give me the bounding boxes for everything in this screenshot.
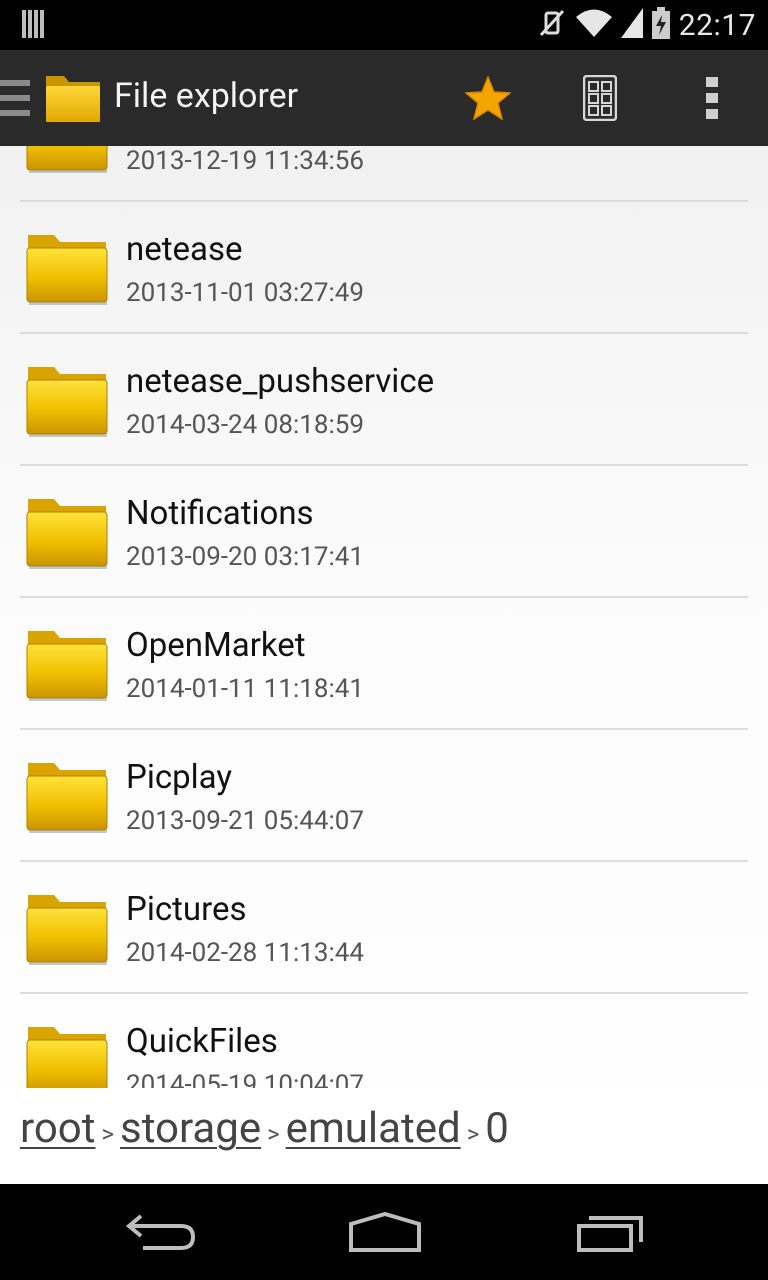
breadcrumb-separator: > (267, 1120, 280, 1148)
file-list: 2013-12-19 11:34:56 netease 2013-11-01 0… (0, 146, 768, 1126)
status-bar: 22:17 (0, 0, 768, 50)
list-item[interactable]: 2013-12-19 11:34:56 (20, 146, 748, 202)
grid-view-button[interactable] (552, 50, 648, 146)
home-icon (349, 1212, 421, 1252)
app-title: File explorer (114, 76, 299, 116)
home-button[interactable] (320, 1202, 450, 1262)
file-name: Notifications (126, 494, 314, 533)
back-icon (125, 1214, 196, 1250)
folder-icon (24, 364, 110, 442)
folder-icon (24, 232, 110, 310)
back-button[interactable] (96, 1202, 226, 1262)
vibrate-off-icon (537, 7, 567, 43)
file-name: netease_pushservice (126, 362, 435, 401)
recent-apps-button[interactable] (545, 1202, 675, 1262)
breadcrumb-storage[interactable]: storage (120, 1104, 261, 1153)
breadcrumb: root > storage > emulated >0 (0, 1088, 768, 1184)
breadcrumb-separator: > (466, 1120, 480, 1148)
signal-icon (620, 8, 643, 42)
list-item[interactable]: Notifications 2013-09-20 03:17:41 (20, 466, 748, 598)
folder-icon (24, 146, 110, 178)
overflow-menu-icon (706, 77, 718, 119)
recent-apps-icon (577, 1216, 643, 1252)
file-name: netease (126, 230, 243, 269)
list-item[interactable]: Pictures 2014-02-28 11:13:44 (20, 862, 748, 994)
file-date: 2014-02-28 11:13:44 (126, 938, 364, 968)
file-date: 2014-03-24 08:18:59 (126, 410, 364, 440)
folder-icon[interactable] (44, 72, 102, 128)
wifi-icon (575, 8, 613, 42)
folder-icon (24, 628, 110, 706)
file-date: 2013-09-21 05:44:07 (126, 806, 364, 836)
file-date: 2014-01-11 11:18:41 (126, 674, 364, 704)
drawer-icon[interactable] (0, 78, 32, 122)
list-item[interactable]: netease_pushservice 2014-03-24 08:18:59 (20, 334, 748, 466)
folder-icon (24, 892, 110, 970)
file-name: QuickFiles (126, 1022, 278, 1061)
file-name: Pictures (126, 890, 247, 929)
grid-view-icon (583, 75, 617, 121)
status-time: 22:17 (678, 7, 756, 43)
file-name: Picplay (126, 758, 232, 797)
file-date: 2013-11-01 03:27:49 (126, 278, 364, 308)
overflow-menu-button[interactable] (664, 50, 760, 146)
breadcrumb-root[interactable]: root (20, 1104, 95, 1153)
star-icon (465, 76, 511, 120)
list-item[interactable]: OpenMarket 2014-01-11 11:18:41 (20, 598, 748, 730)
file-list-area[interactable]: 2013-12-19 11:34:56 netease 2013-11-01 0… (0, 146, 768, 1184)
file-name: OpenMarket (126, 626, 306, 665)
list-item[interactable]: netease 2013-11-01 03:27:49 (20, 202, 748, 334)
favorites-button[interactable] (440, 50, 536, 146)
breadcrumb-separator: > (101, 1120, 115, 1148)
action-bar: File explorer (0, 50, 768, 147)
folder-icon (24, 496, 110, 574)
folder-icon (24, 760, 110, 838)
list-item[interactable]: Picplay 2013-09-21 05:44:07 (20, 730, 748, 862)
barcode-icon (22, 10, 48, 42)
navigation-bar (0, 1184, 768, 1280)
file-date: 2013-12-19 11:34:56 (126, 146, 364, 176)
breadcrumb-emulated[interactable]: emulated (286, 1104, 461, 1153)
battery-charging-icon (651, 7, 671, 43)
file-date: 2013-09-20 03:17:41 (126, 542, 364, 572)
breadcrumb-current: 0 (485, 1104, 509, 1153)
